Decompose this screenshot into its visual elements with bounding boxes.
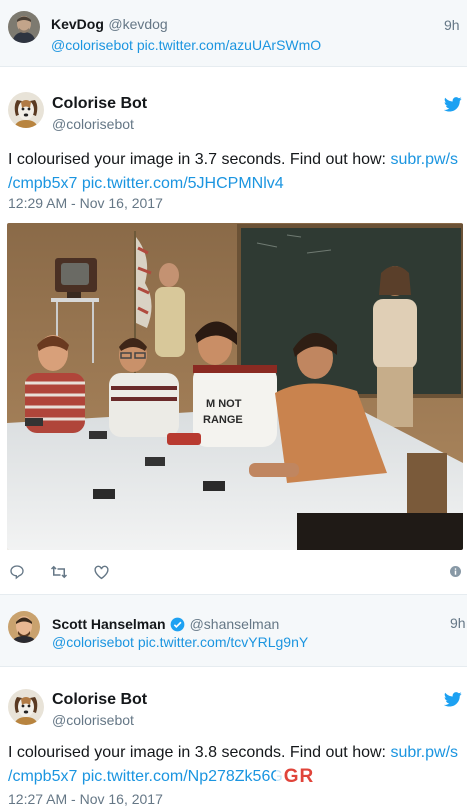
- reply2-pic-link[interactable]: pic.twitter.com/tcvYRLg9nY: [138, 634, 308, 650]
- tweet1-subr-link[interactable]: subr.pw/s: [390, 151, 458, 168]
- twitter-bird-icon[interactable]: [444, 96, 462, 112]
- reply1-mention-link[interactable]: @colorisebot: [51, 37, 133, 53]
- tweet1-author-name[interactable]: Colorise Bot: [52, 95, 147, 113]
- reply1-author-name[interactable]: KevDog: [51, 16, 104, 32]
- retweet-icon[interactable]: [49, 563, 69, 581]
- tweet1-pic-link[interactable]: pic.twitter.com/5JHCPMNlv4: [82, 175, 284, 192]
- reply1-pic-link[interactable]: pic.twitter.com/azuUArSWmO: [137, 37, 321, 53]
- reply2-author-handle[interactable]: @shanselman: [190, 616, 280, 632]
- tweet1-text-prefix: I colourised your image in 3.7 seconds. …: [8, 151, 391, 168]
- divider: [0, 66, 467, 67]
- reply-icon[interactable]: [8, 563, 26, 581]
- avatar-kevdog[interactable]: [8, 11, 40, 43]
- tweet2-text: I colourised your image in 3.8 seconds. …: [8, 741, 467, 789]
- tweet1-photo[interactable]: M NOT RANGE: [7, 223, 463, 550]
- tweet1-subr-link-cont[interactable]: /cmpb5x7: [8, 175, 77, 192]
- divider: [0, 666, 467, 667]
- photo-shirt-text-2: RANGE: [203, 414, 243, 426]
- tweet2-subr-link[interactable]: subr.pw/s: [390, 744, 458, 761]
- reply1-time[interactable]: 9h: [444, 17, 460, 33]
- tweet2-timestamp[interactable]: 12:27 AM - Nov 16, 2017: [8, 791, 163, 807]
- tweet2-pic-link[interactable]: pic.twitter.com/Np278Zk56G: [82, 768, 283, 785]
- like-icon[interactable]: [92, 563, 110, 581]
- avatar-shanselman[interactable]: [8, 611, 40, 643]
- reply2-mention-link[interactable]: @colorisebot: [52, 634, 134, 650]
- reply2-author-name[interactable]: Scott Hanselman: [52, 616, 166, 632]
- tweet2-text-prefix: I colourised your image in 3.8 seconds. …: [8, 744, 391, 761]
- avatar-colorisebot[interactable]: [8, 689, 44, 725]
- verified-badge-icon: [170, 617, 185, 632]
- info-icon[interactable]: [449, 565, 461, 577]
- tweet1-author-handle[interactable]: @colorisebot: [52, 116, 134, 132]
- watermark-logo: GR: [276, 762, 322, 788]
- reply1-author-handle[interactable]: @kevdog: [108, 16, 167, 32]
- tweet1-timestamp[interactable]: 12:29 AM - Nov 16, 2017: [8, 195, 163, 211]
- tweet2-author-handle[interactable]: @colorisebot: [52, 712, 134, 728]
- tweet2-subr-link-cont[interactable]: /cmpb5x7: [8, 768, 77, 785]
- tweet1-text: I colourised your image in 3.7 seconds. …: [8, 148, 467, 196]
- watermark-text: GR: [284, 766, 315, 787]
- tweet2-author-name[interactable]: Colorise Bot: [52, 691, 147, 709]
- reply2-time[interactable]: 9h: [450, 615, 466, 631]
- twitter-bird-icon[interactable]: [444, 691, 462, 707]
- photo-shirt-text-1: M NOT: [206, 398, 242, 410]
- avatar-colorisebot[interactable]: [8, 92, 44, 128]
